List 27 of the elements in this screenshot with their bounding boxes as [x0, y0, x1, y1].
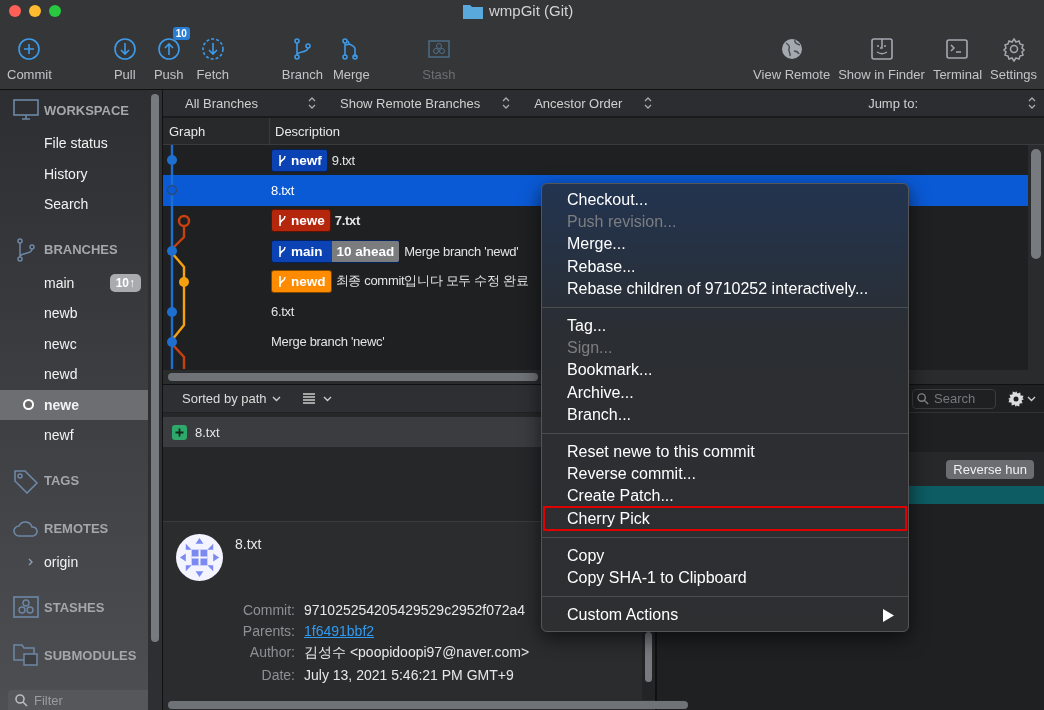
section-title: TAGS	[44, 473, 80, 488]
ahead-count: 10↑	[109, 273, 141, 292]
branch-name: newd	[291, 273, 327, 289]
section-title: STASHES	[44, 599, 105, 615]
count-badge: 10	[172, 27, 190, 40]
field-label: Author:	[248, 644, 295, 662]
field-value: 김성수 <poopidoopi97@naver.com>	[304, 644, 530, 662]
field-label: Parents:	[241, 623, 295, 639]
field-value: 971025254205429529c2952f072a4	[304, 602, 526, 618]
section-title: BRANCHES	[44, 242, 118, 257]
commit-message: Merge branch 'newd'	[404, 243, 519, 259]
field-label: Commit:	[241, 602, 295, 618]
window-title: wmpGit (Git)	[489, 2, 574, 19]
commit-message: 최종 commit입니다 모두 수정 완료	[335, 272, 529, 291]
branch-name: newf	[291, 152, 323, 168]
field-value: July 13, 2021 5:46:21 PM GMT+9	[304, 667, 514, 683]
section-title: SUBMODULES	[44, 647, 137, 663]
commit-message: 8.txt	[271, 182, 295, 198]
section-title: REMOTES	[44, 521, 109, 536]
branch-name: main	[291, 243, 324, 259]
section-title: WORKSPACE	[44, 102, 129, 118]
field-label: Date:	[260, 667, 295, 683]
commit-subject: 8.txt	[235, 535, 262, 552]
commit-message: 9.txt	[331, 152, 355, 168]
branch-name: newe	[291, 213, 326, 229]
commit-message: 7.txt	[334, 213, 360, 229]
ahead-count: 10 ahead	[331, 240, 400, 262]
